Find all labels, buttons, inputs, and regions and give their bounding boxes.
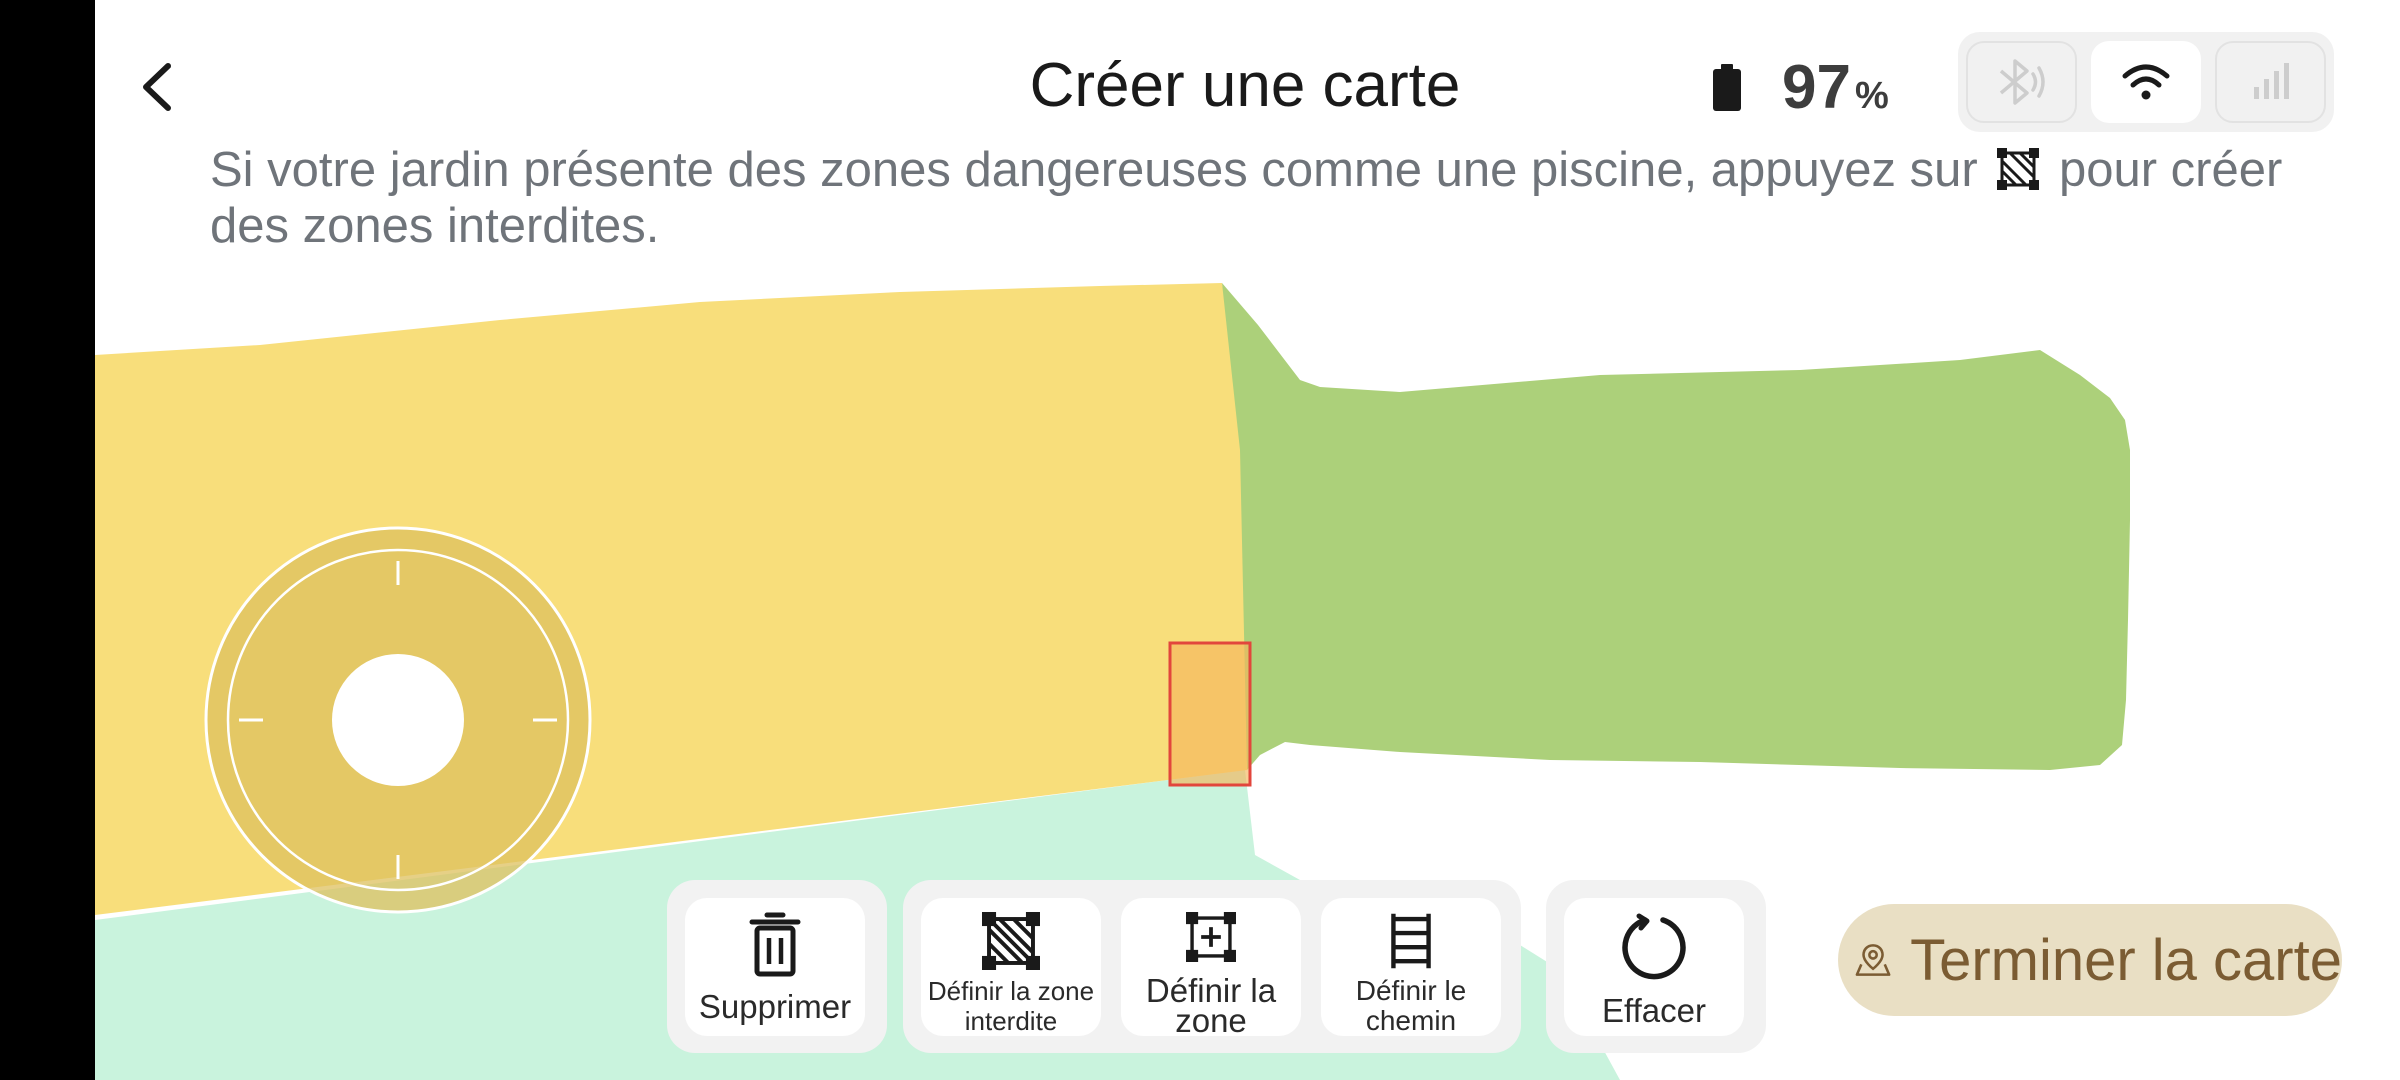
define-zone-button[interactable]: Définir la zone [1121, 897, 1301, 1039]
map-zone-green[interactable] [1222, 283, 2130, 770]
connectivity-selector [1958, 32, 2334, 132]
no-go-zone-icon [1997, 148, 2040, 190]
clear-label: Effacer [1602, 991, 1706, 1029]
instruction-part-1: Si votre jardin présente des zones dange… [210, 143, 1978, 197]
instruction-text: Si votre jardin présente des zones dange… [210, 142, 2330, 254]
cellular-icon [2253, 63, 2289, 99]
define-zone-label: Définir la zone [1145, 971, 1277, 1039]
no-go-zone-icon [982, 911, 1040, 970]
define-path-label: Définir le chemin [1355, 974, 1467, 1036]
trash-icon [749, 912, 801, 976]
clear-button[interactable]: Effacer [1564, 897, 1744, 1036]
bluetooth-icon [2000, 59, 2046, 105]
no-go-zone-label: Définir la zone interdite [927, 975, 1095, 1036]
battery-icon [1713, 63, 1741, 111]
wifi-icon [2122, 64, 2170, 100]
map-pin-icon [1855, 944, 1891, 976]
wifi-toggle[interactable] [2090, 41, 2202, 123]
define-no-go-zone-button[interactable]: Définir la zone interdite [921, 897, 1101, 1036]
toolbar-delete-group: Supprimer [667, 880, 887, 1053]
selection-marker[interactable] [1168, 641, 1252, 787]
finish-map-label: Terminer la carte [1910, 927, 2342, 993]
toolbar-clear-group: Effacer [1546, 880, 1766, 1053]
toolbar-edit-group: Définir la zone interdite Définir la zon… [903, 880, 1521, 1053]
refresh-icon [1622, 913, 1686, 979]
define-path-button[interactable]: Définir le chemin [1321, 897, 1501, 1036]
battery-status: 97 % [1710, 52, 1889, 123]
battery-unit: % [1854, 75, 1889, 117]
delete-button[interactable]: Supprimer [685, 897, 865, 1036]
joystick[interactable] [204, 526, 592, 914]
add-zone-icon [1186, 911, 1236, 962]
battery-percent: 97 [1782, 53, 1851, 122]
joystick-knob[interactable] [332, 654, 464, 786]
ladder-path-icon [1391, 913, 1431, 968]
delete-label: Supprimer [698, 987, 852, 1025]
finish-map-button[interactable]: Terminer la carte [1838, 904, 2342, 1016]
cellular-toggle[interactable] [2215, 41, 2327, 123]
bluetooth-toggle[interactable] [1966, 41, 2077, 123]
